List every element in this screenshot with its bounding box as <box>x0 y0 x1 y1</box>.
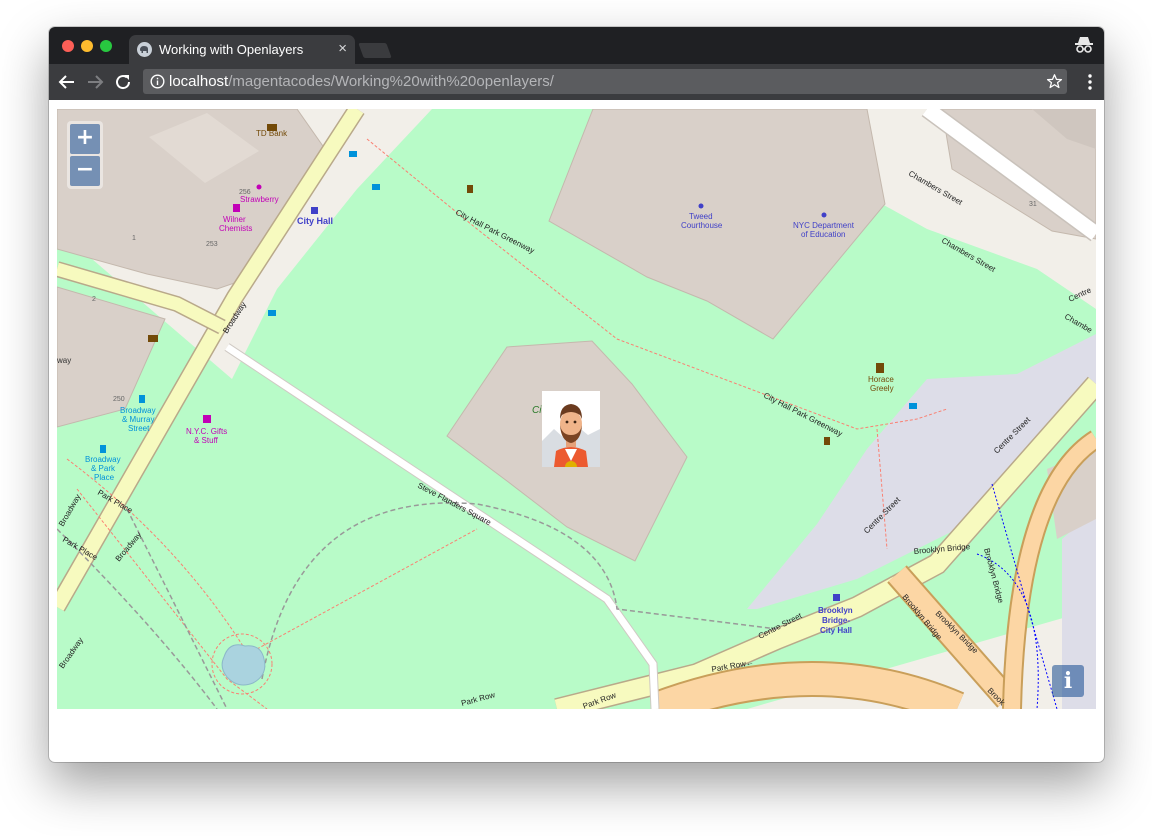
map-viewport[interactable]: TD Bank 256 Strawberry Wilner Chemists 2… <box>57 109 1096 709</box>
tab-title: Working with Openlayers <box>159 42 304 57</box>
info-icon[interactable] <box>150 74 165 94</box>
label-chambers-1: Chambers Street <box>907 169 965 207</box>
label-td-bank: TD Bank <box>256 129 288 138</box>
minimize-window-button[interactable] <box>81 40 93 52</box>
bookmark-star-icon[interactable] <box>1046 73 1063 95</box>
label-doe-1: NYC Department <box>793 221 855 230</box>
label-city-hall: City Hall <box>297 216 333 226</box>
browser-tab[interactable]: Working with Openlayers × <box>129 35 355 64</box>
new-tab-button[interactable] <box>358 43 392 58</box>
label-tweed-2: Courthouse <box>681 221 723 230</box>
elephant-favicon-icon <box>137 42 152 57</box>
label-bp-3: Place <box>94 473 115 482</box>
address-bar[interactable]: localhost/magentacodes/Working%20with%20… <box>143 69 1067 94</box>
label-nyc-gifts-1: N.Y.C. Gifts <box>186 427 227 436</box>
url-path: /magentacodes/Working%20with%20openlayer… <box>228 73 554 90</box>
reload-icon[interactable] <box>113 72 133 92</box>
browser-toolbar: localhost/magentacodes/Working%20with%20… <box>49 64 1104 100</box>
tab-close-icon[interactable]: × <box>338 40 347 58</box>
label-horace-1: Horace <box>868 375 894 384</box>
label-bm-3: Street <box>128 424 150 433</box>
zoom-out-button[interactable]: − <box>70 156 100 186</box>
browser-window: Working with Openlayers × localhost/mage… <box>49 27 1104 762</box>
title-bar: Working with Openlayers × <box>49 27 1104 64</box>
label-nyc-gifts-2: & Stuff <box>194 436 219 445</box>
url-host: localhost <box>169 73 229 90</box>
menu-icon[interactable] <box>1088 74 1092 95</box>
label-horace-2: Greely <box>870 384 894 393</box>
label-250: 250 <box>113 396 125 403</box>
label-bbcity-1: Brooklyn <box>818 606 853 615</box>
label-wilner-1: Wilner <box>223 215 246 224</box>
label-31: 31 <box>1029 201 1037 208</box>
maximize-window-button[interactable] <box>100 40 112 52</box>
zoom-in-button[interactable]: + <box>70 124 100 154</box>
label-wilner-2: Chemists <box>219 224 252 233</box>
attribution-button[interactable]: i <box>1052 665 1084 697</box>
label-1: 1 <box>132 235 136 242</box>
url-text: localhost/magentacodes/Working%20with%20… <box>169 73 554 90</box>
avatar-marker-icon[interactable] <box>542 391 600 473</box>
label-bm-2: & Murray <box>122 415 154 424</box>
label-bbcity-2: Bridge- <box>822 616 850 625</box>
forward-arrow-icon[interactable] <box>85 72 105 92</box>
label-way: way <box>57 356 71 365</box>
zoom-control: + − <box>67 121 103 189</box>
label-bm-1: Broadway <box>120 406 156 415</box>
back-arrow-icon[interactable] <box>57 72 77 92</box>
label-bbcity-3: City Hall <box>820 626 852 635</box>
incognito-icon <box>1074 36 1094 59</box>
label-bp-1: Broadway <box>85 455 121 464</box>
close-window-button[interactable] <box>62 40 74 52</box>
label-bp-2: & Park <box>91 464 116 473</box>
label-tweed-1: Tweed <box>689 212 713 221</box>
label-strawberry: Strawberry <box>240 195 279 204</box>
label-2: 2 <box>92 296 96 303</box>
label-253: 253 <box>206 241 218 248</box>
label-doe-2: of Education <box>801 230 845 239</box>
